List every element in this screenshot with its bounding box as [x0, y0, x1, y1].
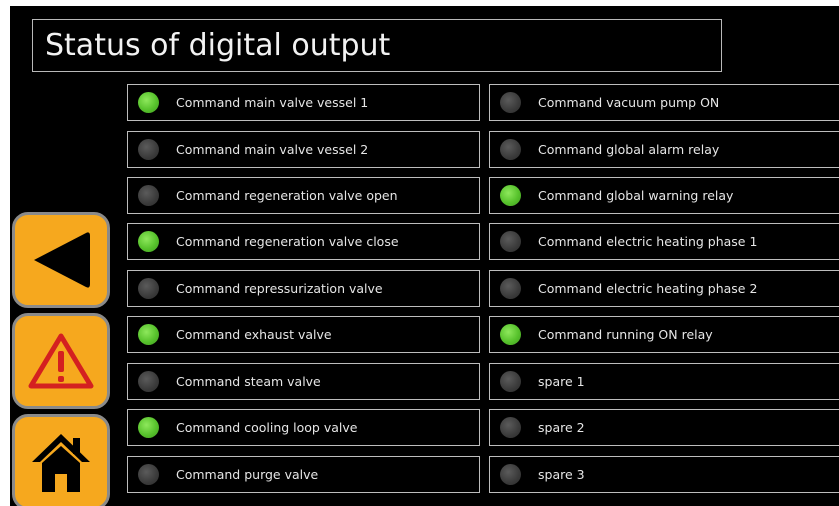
output-row: spare 2 [489, 409, 839, 446]
output-label: spare 2 [538, 420, 585, 435]
back-button[interactable] [12, 212, 110, 308]
status-led-off-icon [500, 464, 521, 485]
output-label: Command main valve vessel 1 [176, 95, 369, 110]
output-row: Command running ON relay [489, 316, 839, 353]
output-label: Command global alarm relay [538, 142, 720, 157]
output-row: Command global warning relay [489, 177, 839, 214]
output-label: Command purge valve [176, 467, 319, 482]
home-button[interactable] [12, 414, 110, 506]
output-label: spare 3 [538, 467, 585, 482]
output-row: spare 3 [489, 456, 839, 493]
status-led-off-icon [500, 417, 521, 438]
output-label: Command regeneration valve close [176, 234, 399, 249]
alarm-button[interactable] [12, 313, 110, 409]
output-label: Command running ON relay [538, 327, 713, 342]
status-led-on-icon [500, 185, 521, 206]
status-led-on-icon [138, 231, 159, 252]
output-row: Command electric heating phase 2 [489, 270, 839, 307]
output-row: Command electric heating phase 1 [489, 223, 839, 260]
output-row: Command vacuum pump ON [489, 84, 839, 121]
output-row: Command exhaust valve [127, 316, 480, 353]
output-row: Command regeneration valve close [127, 223, 480, 260]
output-label: Command vacuum pump ON [538, 95, 720, 110]
output-label: Command exhaust valve [176, 327, 332, 342]
back-arrow-icon [34, 232, 90, 288]
output-label: Command electric heating phase 1 [538, 234, 758, 249]
output-label: Command regeneration valve open [176, 188, 398, 203]
output-row: Command repressurization valve [127, 270, 480, 307]
output-row: spare 1 [489, 363, 839, 400]
page-title: Status of digital output [32, 19, 722, 72]
home-icon [32, 434, 90, 492]
output-label: Command main valve vessel 2 [176, 142, 369, 157]
output-row: Command steam valve [127, 363, 480, 400]
status-led-off-icon [138, 139, 159, 160]
output-label: spare 1 [538, 374, 585, 389]
output-row: Command global alarm relay [489, 131, 839, 168]
status-led-off-icon [138, 371, 159, 392]
status-led-off-icon [500, 371, 521, 392]
output-label: Command cooling loop valve [176, 420, 358, 435]
output-label: Command global warning relay [538, 188, 734, 203]
status-led-off-icon [138, 464, 159, 485]
output-row: Command purge valve [127, 456, 480, 493]
status-led-on-icon [138, 92, 159, 113]
status-led-on-icon [138, 324, 159, 345]
output-row: Command main valve vessel 2 [127, 131, 480, 168]
output-row: Command cooling loop valve [127, 409, 480, 446]
output-label: Command steam valve [176, 374, 321, 389]
status-led-on-icon [138, 417, 159, 438]
status-led-off-icon [500, 278, 521, 299]
output-label: Command electric heating phase 2 [538, 281, 758, 296]
warning-icon [28, 333, 94, 389]
output-row: Command regeneration valve open [127, 177, 480, 214]
status-led-off-icon [500, 92, 521, 113]
status-led-off-icon [500, 139, 521, 160]
status-led-off-icon [138, 278, 159, 299]
status-led-off-icon [500, 231, 521, 252]
output-row: Command main valve vessel 1 [127, 84, 480, 121]
hmi-screen: Status of digital output Command main va… [10, 6, 839, 506]
status-led-off-icon [138, 185, 159, 206]
output-label: Command repressurization valve [176, 281, 383, 296]
status-led-on-icon [500, 324, 521, 345]
